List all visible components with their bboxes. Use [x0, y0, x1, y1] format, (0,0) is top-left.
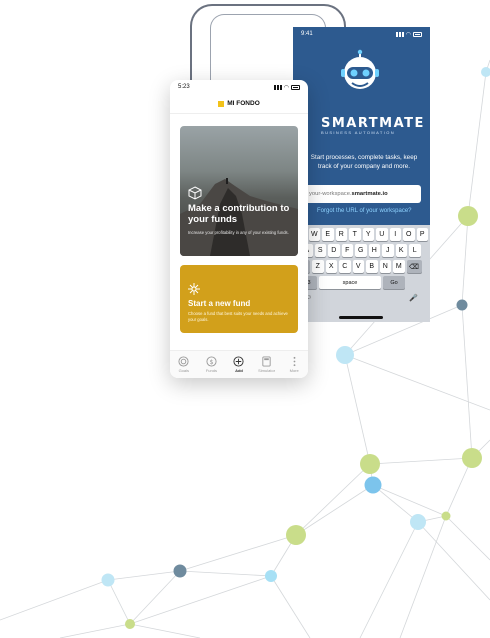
key-y[interactable]: Y	[362, 228, 374, 241]
key-t[interactable]: T	[349, 228, 361, 241]
brand-smart: SMART	[321, 116, 380, 131]
key-w[interactable]: W	[308, 228, 320, 241]
tab-label: Funds	[205, 368, 217, 373]
signal-icon	[395, 31, 404, 37]
key-k[interactable]: K	[395, 244, 407, 257]
keyboard-row-2: A S D F G H J K L	[295, 244, 428, 257]
status-bar: 9:41 ◠	[293, 27, 430, 41]
bottom-tab-bar: Goals $ Funds Add Simulator More	[170, 350, 308, 378]
battery-icon	[291, 84, 300, 90]
key-o[interactable]: O	[403, 228, 415, 241]
key-v[interactable]: V	[352, 260, 364, 273]
space-key[interactable]: space	[319, 276, 381, 289]
key-h[interactable]: H	[368, 244, 380, 257]
tab-more[interactable]: More	[282, 356, 306, 373]
robot-logo-icon	[341, 49, 379, 89]
keyboard-row-bottom: 123 space Go	[295, 276, 428, 289]
wifi-icon: ◠	[283, 84, 289, 91]
key-p[interactable]: P	[416, 228, 428, 241]
key-s[interactable]: S	[314, 244, 326, 257]
tab-simulator[interactable]: Simulator	[255, 356, 279, 373]
tab-label: Goals	[178, 368, 190, 373]
sparkle-icon	[188, 283, 200, 295]
key-n[interactable]: N	[379, 260, 391, 273]
go-key[interactable]: Go	[383, 276, 405, 289]
new-fund-subtitle: Choose a fund that best suits your needs…	[188, 311, 288, 322]
key-c[interactable]: C	[339, 260, 351, 273]
tab-label: Simulator	[258, 368, 276, 373]
target-icon	[178, 356, 189, 367]
workspace-domain: smartmate.io	[351, 191, 388, 197]
contribution-card[interactable]: Make a contribution to your funds Increa…	[180, 126, 298, 256]
plus-circle-icon	[233, 356, 245, 367]
brand-tagline: BUSINESS AUTOMATION	[321, 130, 396, 135]
brand-mate: MATE	[379, 116, 425, 131]
key-z[interactable]: Z	[312, 260, 324, 273]
smartmate-wordmark: SMARTMATE	[293, 116, 430, 131]
key-u[interactable]: U	[376, 228, 388, 241]
key-i[interactable]: I	[389, 228, 401, 241]
key-l[interactable]: L	[409, 244, 421, 257]
tab-label: Add	[235, 368, 243, 373]
forgot-workspace-link[interactable]: Forgot the URL of your workspace?	[317, 208, 412, 214]
contribution-subtitle: Increase your profitability in any of yo…	[188, 230, 289, 235]
keyboard-row-3: ⇧ Z X C V B N M ⌫	[295, 260, 428, 273]
signal-icon	[273, 84, 282, 90]
mifondo-logo-icon	[218, 100, 225, 107]
backspace-key[interactable]: ⌫	[406, 260, 422, 273]
mifondo-phone: 5:23 ◠ MI FONDO Make a contribution to y…	[170, 80, 308, 378]
workspace-url-input[interactable]: your-workspace.smartmate.io	[303, 185, 421, 203]
smartmate-description: Start processes, complete tasks, keep tr…	[310, 154, 418, 170]
showcase-canvas: 9:41 ◠ SMARTMATE BUSINESS AUTOMATION Sta…	[0, 0, 490, 638]
microphone-icon[interactable]: 🎤	[409, 294, 418, 302]
key-g[interactable]: G	[355, 244, 367, 257]
keyboard-extras: ☺ 🎤	[295, 292, 428, 302]
app-title: MI FONDO	[227, 100, 260, 107]
dollar-coin-icon: $	[206, 356, 217, 367]
more-dots-icon	[293, 356, 296, 367]
key-j[interactable]: J	[382, 244, 394, 257]
tab-label: More	[289, 368, 299, 373]
tab-goals[interactable]: Goals	[172, 356, 196, 373]
key-e[interactable]: E	[322, 228, 334, 241]
contribution-title: Make a contribution to your funds	[188, 203, 290, 225]
app-header: MI FONDO	[170, 94, 308, 114]
on-screen-keyboard: Q W E R T Y U I O P A S D F G H J K L	[293, 225, 430, 322]
key-x[interactable]: X	[325, 260, 337, 273]
new-fund-card[interactable]: Start a new fund Choose a fund that best…	[180, 265, 298, 333]
status-time: 5:23	[178, 84, 190, 90]
battery-icon	[413, 31, 422, 37]
key-b[interactable]: B	[366, 260, 378, 273]
status-time: 9:41	[301, 31, 313, 37]
workspace-prefix: your-workspace.	[309, 191, 352, 197]
tab-add[interactable]: Add	[227, 356, 251, 373]
wifi-icon: ◠	[405, 31, 411, 38]
tab-funds[interactable]: $ Funds	[199, 356, 223, 373]
keyboard-row-1: Q W E R T Y U I O P	[295, 228, 428, 241]
key-d[interactable]: D	[328, 244, 340, 257]
status-icons: ◠	[273, 84, 300, 91]
key-f[interactable]: F	[341, 244, 353, 257]
cube-icon	[188, 186, 202, 200]
svg-text:$: $	[209, 358, 213, 366]
calculator-icon	[262, 356, 271, 367]
status-bar: 5:23 ◠	[170, 80, 308, 94]
key-r[interactable]: R	[335, 228, 347, 241]
key-m[interactable]: M	[393, 260, 405, 273]
new-fund-title: Start a new fund	[188, 299, 251, 308]
smartmate-screen: 9:41 ◠ SMARTMATE BUSINESS AUTOMATION Sta…	[293, 27, 430, 322]
status-icons: ◠	[395, 31, 422, 38]
home-indicator	[339, 316, 383, 319]
